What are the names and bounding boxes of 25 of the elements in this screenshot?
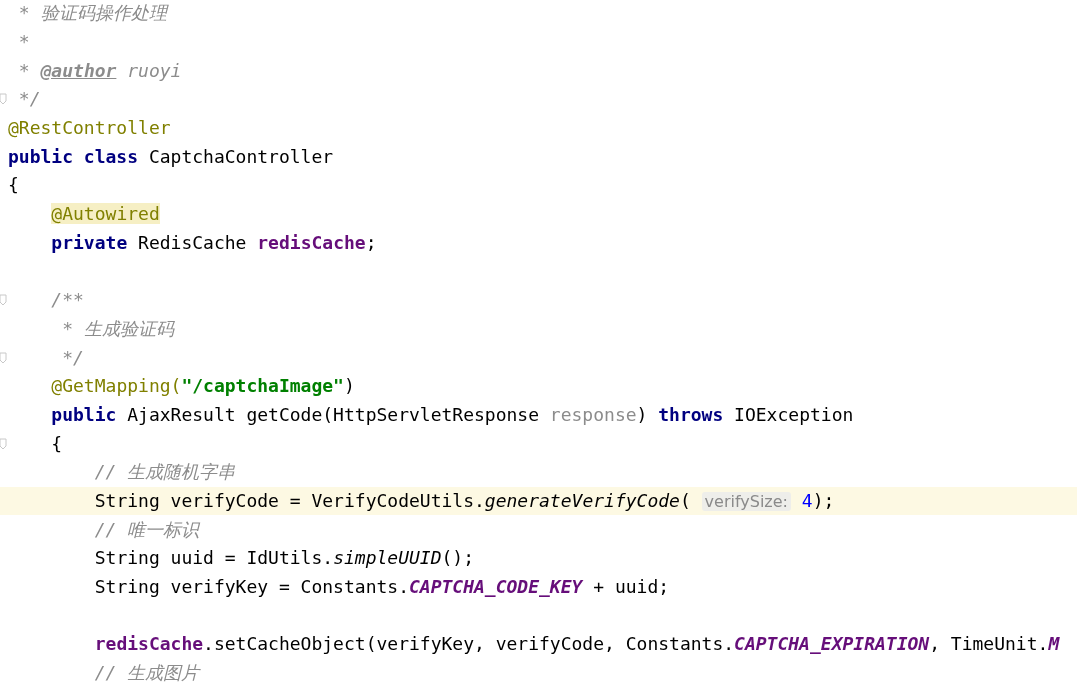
code-line: redisCache.setCacheObject(verifyKey, verifyCode, Constants.CAPTCHA_EXPIRATION, TimeUnit.M xyxy=(93,632,1060,657)
code-line: { xyxy=(50,431,63,456)
code-line: */ xyxy=(61,345,84,370)
code-line: */ xyxy=(17,87,41,112)
code-line: * 生成验证码 xyxy=(61,316,174,341)
fold-icon[interactable] xyxy=(0,294,7,307)
code-line: String verifyCode = VerifyCodeUtils.generateVerifyCode( verifySize: 4); xyxy=(93,488,835,513)
code-line: * xyxy=(17,30,30,55)
code-line: // 生成随机字串 xyxy=(93,460,236,485)
code-line: { xyxy=(8,173,19,198)
fold-icon[interactable] xyxy=(0,351,7,364)
code-line: private RedisCache redisCache; xyxy=(50,230,377,255)
code-line: // 生成图片 xyxy=(93,661,200,686)
code-line: /** xyxy=(50,288,84,313)
code-line: // 唯一标识 xyxy=(93,517,200,542)
code-line: public AjaxResult getCode(HttpServletResponse response) throws IOException xyxy=(50,402,854,427)
fold-icon[interactable] xyxy=(0,437,7,450)
code-line: * 验证码操作处理 xyxy=(17,1,167,26)
code-line: * @author ruoyi xyxy=(17,58,182,83)
code-line: @RestController xyxy=(8,116,171,141)
code-line: @GetMapping("/captchaImage") xyxy=(50,374,355,399)
code-line: String uuid = IdUtils.simpleUUID(); xyxy=(93,546,474,571)
code-line: public class CaptchaController xyxy=(8,144,334,169)
fold-icon[interactable] xyxy=(0,93,7,106)
code-line: String verifyKey = Constants.CAPTCHA_CODE_KEY + uuid; xyxy=(93,575,670,600)
